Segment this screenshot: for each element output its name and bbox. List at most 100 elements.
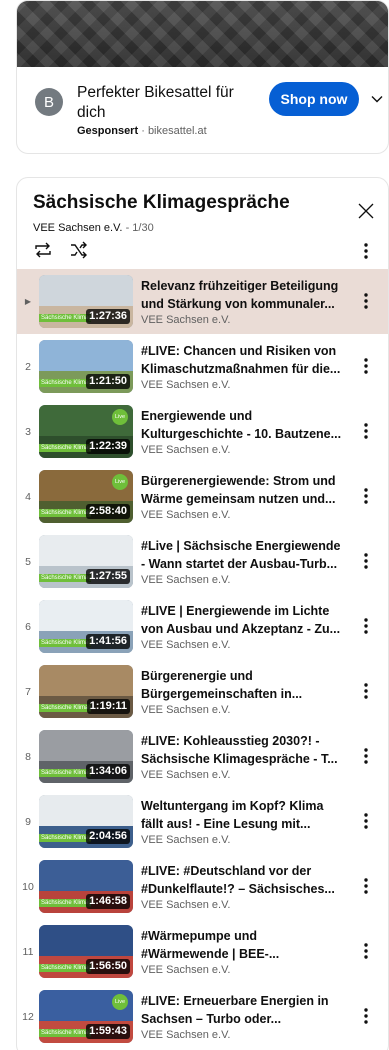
thumbnail-badge: Sächsische Klimag	[39, 704, 91, 712]
more-vert-icon[interactable]	[357, 616, 375, 636]
video-index: 2	[25, 360, 31, 373]
video-index: 6	[25, 620, 31, 633]
more-vert-icon[interactable]	[357, 746, 375, 766]
video-index: ▶	[24, 297, 32, 306]
video-thumbnail[interactable]: Sächsische Klimag 1:46:58	[39, 860, 133, 913]
video-duration: 1:41:56	[86, 634, 130, 649]
playlist-video-row[interactable]: 12 Sächsische Klimag Live 1:59:43 #LIVE: Ern…	[17, 984, 388, 1049]
ad-card[interactable]: B Perfekter Bikesattel für dich Gesponse…	[16, 0, 389, 154]
video-channel: VEE Sachsen e.V.	[141, 444, 231, 456]
video-title[interactable]: Weltuntergang im Kopf? Klima fällt aus! …	[141, 797, 346, 833]
thumbnail-badge: Sächsische Klimag	[39, 964, 91, 972]
video-thumbnail[interactable]: Sächsische Klimag 1:21:50	[39, 340, 133, 393]
ad-body: B Perfekter Bikesattel für dich Gesponse…	[17, 67, 388, 153]
video-channel: VEE Sachsen e.V.	[141, 1029, 231, 1041]
video-title[interactable]: #Live | Sächsische Energiewende - Wann s…	[141, 537, 346, 573]
video-title[interactable]: Bürgerenergie und Bürgergemeinschaften i…	[141, 667, 346, 703]
video-thumbnail[interactable]: Sächsische Klimag Live 1:59:43	[39, 990, 133, 1043]
playlist-video-row[interactable]: 10 Sächsische Klimag 1:46:58 #LIVE: #Deutsc…	[17, 854, 388, 919]
video-title[interactable]: #LIVE: Erneuerbare Energien in Sachsen –…	[141, 992, 346, 1028]
video-thumbnail[interactable]: Sächsische Klimag Live 2:58:40	[39, 470, 133, 523]
more-vert-icon[interactable]	[357, 356, 375, 376]
video-thumbnail[interactable]: Sächsische Klimag 1:19:11	[39, 665, 133, 718]
more-vert-icon[interactable]	[357, 291, 375, 311]
video-thumbnail[interactable]: Sächsische Klimag 1:27:55	[39, 535, 133, 588]
close-icon[interactable]	[357, 202, 375, 220]
ad-domain: bikesattel.at	[147, 125, 207, 137]
video-channel: VEE Sachsen e.V.	[141, 509, 231, 521]
playlist-channel[interactable]: VEE Sachsen e.V.	[33, 222, 123, 234]
video-channel: VEE Sachsen e.V.	[141, 964, 231, 976]
video-index: 9	[25, 815, 31, 828]
chevron-down-icon[interactable]	[370, 92, 384, 106]
playlist-video-row[interactable]: 6 Sächsische Klimag 1:41:56 #LIVE | Energie…	[17, 594, 388, 659]
video-duration: 2:04:56	[86, 829, 130, 844]
more-vert-icon[interactable]	[357, 811, 375, 831]
video-thumbnail[interactable]: Sächsische Klimag 2:04:56	[39, 795, 133, 848]
video-channel: VEE Sachsen e.V.	[141, 704, 231, 716]
video-thumbnail[interactable]: Sächsische Klimag Live 1:22:39	[39, 405, 133, 458]
thumbnail-badge: Sächsische Klimag	[39, 769, 91, 777]
more-vert-icon[interactable]	[357, 941, 375, 961]
playlist-video-list: ▶ Sächsische Klimag 1:27:36 Relevanz frühze…	[17, 269, 388, 1049]
video-duration: 1:22:39	[86, 439, 130, 454]
video-thumbnail[interactable]: Sächsische Klimag 1:41:56	[39, 600, 133, 653]
video-channel: VEE Sachsen e.V.	[141, 574, 231, 586]
playlist-subtitle: VEE Sachsen e.V. - 1/30	[33, 222, 154, 234]
thumbnail-image-top	[39, 925, 133, 956]
playlist-video-row[interactable]: 2 Sächsische Klimag 1:21:50 #LIVE: Chancen …	[17, 334, 388, 399]
shuffle-icon[interactable]	[69, 241, 89, 259]
playlist-video-row[interactable]: 3 Sächsische Klimag Live 1:22:39 Energiewend…	[17, 399, 388, 464]
playlist-video-row[interactable]: 4 Sächsische Klimag Live 2:58:40 Bürgerenerg…	[17, 464, 388, 529]
video-duration: 1:34:06	[86, 764, 130, 779]
video-thumbnail[interactable]: Sächsische Klimag 1:34:06	[39, 730, 133, 783]
playlist-video-row[interactable]: 8 Sächsische Klimag 1:34:06 #LIVE: Kohleaus…	[17, 724, 388, 789]
video-channel: VEE Sachsen e.V.	[141, 769, 231, 781]
shop-now-button[interactable]: Shop now	[269, 82, 359, 116]
video-channel: VEE Sachsen e.V.	[141, 899, 231, 911]
ad-banner-image[interactable]	[17, 1, 388, 67]
playlist-video-row[interactable]: 7 Sächsische Klimag 1:19:11 Bürgerenergie u…	[17, 659, 388, 724]
thumbnail-badge: Sächsische Klimag	[39, 444, 91, 452]
video-title[interactable]: Relevanz frühzeitiger Beteiligung und St…	[141, 277, 346, 313]
video-title[interactable]: #Wärmepumpe und #Wärmewende | BEE-...	[141, 927, 346, 963]
video-title[interactable]: #LIVE: Kohleausstieg 2030?! - Sächsische…	[141, 732, 346, 768]
video-thumbnail[interactable]: Sächsische Klimag 1:27:36	[39, 275, 133, 328]
playlist-title[interactable]: Sächsische Klimagespräche	[33, 192, 290, 214]
more-vert-icon[interactable]	[357, 551, 375, 571]
thumbnail-live-badge: Live	[112, 474, 128, 490]
thumbnail-live-badge: Live	[112, 409, 128, 425]
more-vert-icon[interactable]	[357, 876, 375, 896]
ad-title[interactable]: Perfekter Bikesattel für dich	[77, 83, 257, 123]
playlist-video-row[interactable]: 9 Sächsische Klimag 2:04:56 Weltuntergang i…	[17, 789, 388, 854]
video-title[interactable]: Energiewende und Kulturgeschichte - 10. …	[141, 407, 346, 443]
thumbnail-badge: Sächsische Klimag	[39, 379, 91, 387]
more-vert-icon[interactable]	[357, 486, 375, 506]
more-vert-icon[interactable]	[357, 681, 375, 701]
video-title[interactable]: #LIVE | Energiewende im Lichte von Ausba…	[141, 602, 346, 638]
more-vert-icon[interactable]	[357, 1006, 375, 1026]
video-title[interactable]: #LIVE: #Deutschland vor der #Dunkelflaut…	[141, 862, 346, 898]
thumbnail-image-top	[39, 730, 133, 761]
playlist-video-row[interactable]: ▶ Sächsische Klimag 1:27:36 Relevanz frühze…	[17, 269, 388, 334]
more-vert-icon[interactable]	[357, 241, 375, 261]
playlist-video-row[interactable]: 11 Sächsische Klimag 1:56:50 #Wärmepumpe un…	[17, 919, 388, 984]
playlist-separator: -	[125, 222, 130, 234]
video-thumbnail[interactable]: Sächsische Klimag 1:56:50	[39, 925, 133, 978]
video-title[interactable]: Bürgerenergiewende: Strom und Wärme geme…	[141, 472, 346, 508]
playlist-video-row[interactable]: 5 Sächsische Klimag 1:27:55 #Live | Sächsis…	[17, 529, 388, 594]
video-channel: VEE Sachsen e.V.	[141, 379, 231, 391]
more-vert-icon[interactable]	[357, 421, 375, 441]
video-index: 12	[22, 1010, 34, 1023]
ad-sponsored-label: Gesponsert	[77, 125, 139, 137]
ad-separator: ·	[141, 125, 145, 137]
ad-avatar[interactable]: B	[35, 88, 63, 116]
video-duration: 1:56:50	[86, 959, 130, 974]
video-index: 5	[25, 555, 31, 568]
video-channel: VEE Sachsen e.V.	[141, 639, 231, 651]
loop-icon[interactable]	[33, 241, 53, 259]
video-title[interactable]: #LIVE: Chancen und Risiken von Klimaschu…	[141, 342, 346, 378]
video-duration: 1:27:36	[86, 309, 130, 324]
video-index: 8	[25, 750, 31, 763]
video-index: 7	[25, 685, 31, 698]
